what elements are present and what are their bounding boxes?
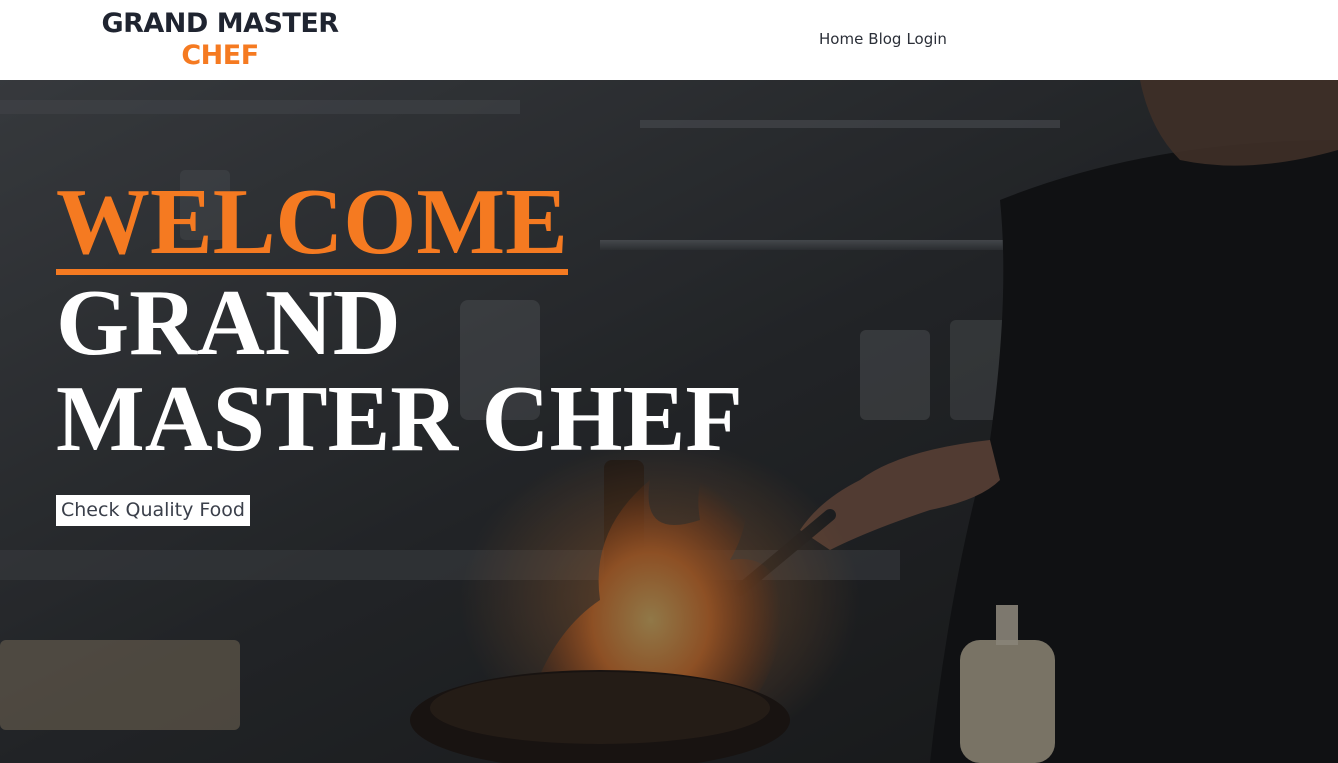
nav-link-blog[interactable]: Blog [868,30,906,48]
hero-section: WELCOME GRAND MASTER CHEF Check Quality … [0,80,1338,763]
brand-logo[interactable]: GRAND MASTER CHEF [100,6,340,74]
hero-title-line-2: MASTER CHEF [56,367,743,471]
brand-line-1: GRAND MASTER [101,8,339,39]
main-nav: Home Blog Login [819,30,952,48]
welcome-heading: WELCOME [56,170,568,275]
check-quality-food-button[interactable]: Check Quality Food [56,495,250,526]
brand-line-2: CHEF [181,40,259,71]
top-navbar: GRAND MASTER CHEF Home Blog Login [0,0,1338,80]
nav-link-login[interactable]: Login [906,30,951,48]
hero-title-line-1: GRAND [56,271,401,375]
hero-content: WELCOME GRAND MASTER CHEF Check Quality … [56,175,743,526]
nav-link-home[interactable]: Home [819,30,868,48]
